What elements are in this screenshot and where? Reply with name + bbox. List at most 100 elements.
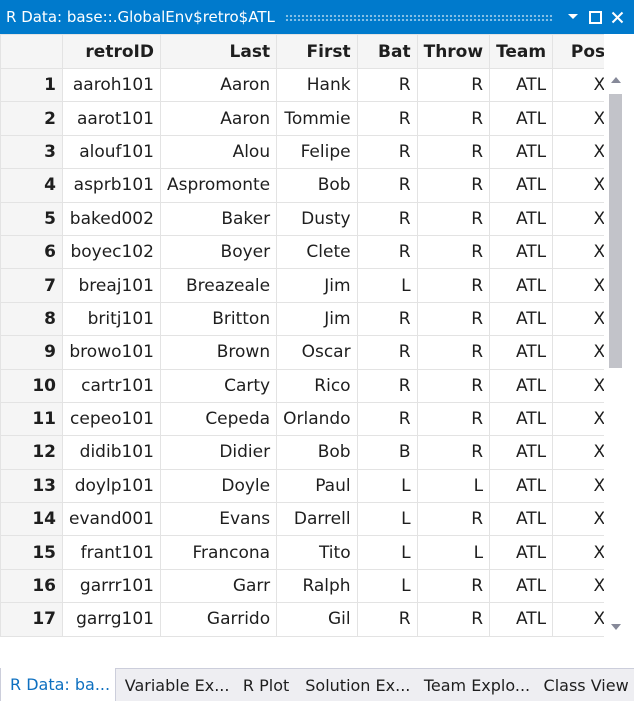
row-number-cell[interactable]: 13	[0, 468, 63, 504]
row-number-cell[interactable]: 16	[0, 568, 63, 604]
table-row[interactable]: 4 asprb101 Aspromonte Bob R R ATL X	[0, 168, 613, 203]
cell-retroid[interactable]: garrg101	[62, 602, 161, 637]
row-number-cell[interactable]: 6	[0, 234, 63, 270]
table-row[interactable]: 16 garrr101 Garr Ralph L R ATL X	[0, 568, 613, 604]
cell-throw[interactable]: R	[416, 502, 491, 537]
cell-retroid[interactable]: doylp101	[62, 468, 161, 504]
row-number-cell[interactable]: 9	[0, 335, 63, 370]
cell-retroid[interactable]: baked002	[62, 201, 161, 236]
column-header-team[interactable]: Team	[489, 34, 554, 69]
cell-team[interactable]: ATL	[489, 368, 554, 403]
cell-retroid[interactable]: cepeo101	[62, 401, 161, 437]
row-number-cell[interactable]: 12	[0, 435, 63, 470]
row-number-cell[interactable]: 17	[0, 602, 63, 637]
row-number-cell[interactable]: 8	[0, 301, 63, 337]
cell-throw[interactable]: R	[416, 602, 491, 637]
tab-r-plot[interactable]: R Plot	[234, 669, 296, 701]
cell-pos[interactable]: X	[552, 401, 613, 437]
cell-pos[interactable]: X	[552, 201, 613, 236]
cell-pos[interactable]: X	[552, 602, 613, 637]
cell-retroid[interactable]: boyec102	[62, 234, 161, 270]
cell-first[interactable]: Jim	[276, 268, 358, 303]
cell-first[interactable]: Orlando	[276, 401, 358, 437]
close-icon[interactable]	[606, 0, 628, 34]
cell-retroid[interactable]: evand001	[62, 502, 161, 537]
cell-last[interactable]: Cepeda	[159, 401, 278, 437]
cell-last[interactable]: Carty	[159, 368, 278, 403]
cell-team[interactable]: ATL	[489, 201, 554, 236]
cell-throw[interactable]: R	[416, 101, 491, 136]
table-row[interactable]: 1 aaroh101 Aaron Hank R R ATL X	[0, 67, 613, 103]
chevron-down-icon[interactable]	[562, 0, 584, 34]
cell-retroid[interactable]: garrr101	[62, 568, 161, 604]
cell-retroid[interactable]: breaj101	[62, 268, 161, 303]
cell-team[interactable]: ATL	[489, 602, 554, 637]
row-number-cell[interactable]: 5	[0, 201, 63, 236]
cell-pos[interactable]: X	[552, 535, 613, 570]
cell-bat[interactable]: R	[356, 168, 418, 203]
cell-pos[interactable]: X	[552, 468, 613, 504]
cell-bat[interactable]: B	[356, 435, 418, 470]
cell-last[interactable]: Baker	[159, 201, 278, 236]
cell-retroid[interactable]: asprb101	[62, 168, 161, 203]
tab-team-explo[interactable]: Team Explo...	[415, 669, 535, 701]
cell-retroid[interactable]: aaroh101	[62, 67, 161, 103]
row-number-cell[interactable]: 15	[0, 535, 63, 570]
cell-bat[interactable]: R	[356, 401, 418, 437]
cell-throw[interactable]: R	[416, 301, 491, 337]
row-number-cell[interactable]: 4	[0, 168, 63, 203]
cell-bat[interactable]: L	[356, 502, 418, 537]
cell-bat[interactable]: L	[356, 535, 418, 570]
cell-first[interactable]: Rico	[276, 368, 358, 403]
column-header-throw[interactable]: Throw	[416, 34, 491, 69]
cell-pos[interactable]: X	[552, 335, 613, 370]
cell-team[interactable]: ATL	[489, 268, 554, 303]
table-row[interactable]: 6 boyec102 Boyer Clete R R ATL X	[0, 234, 613, 270]
cell-pos[interactable]: X	[552, 168, 613, 203]
cell-team[interactable]: ATL	[489, 502, 554, 537]
window-titlebar[interactable]: R Data: base::.GlobalEnv$retro$ATL	[0, 0, 634, 34]
cell-last[interactable]: Aspromonte	[159, 168, 278, 203]
row-number-cell[interactable]: 11	[0, 401, 63, 437]
cell-throw[interactable]: R	[416, 268, 491, 303]
cell-bat[interactable]: L	[356, 468, 418, 504]
cell-team[interactable]: ATL	[489, 535, 554, 570]
cell-retroid[interactable]: aarot101	[62, 101, 161, 136]
table-row[interactable]: 7 breaj101 Breazeale Jim L R ATL X	[0, 268, 613, 303]
row-number-cell[interactable]: 7	[0, 268, 63, 303]
tab-class-view[interactable]: Class View	[535, 669, 634, 701]
cell-throw[interactable]: R	[416, 168, 491, 203]
cell-last[interactable]: Evans	[159, 502, 278, 537]
cell-pos[interactable]: X	[552, 101, 613, 136]
cell-bat[interactable]: R	[356, 602, 418, 637]
column-header-pos[interactable]: Pos	[552, 34, 613, 69]
table-row[interactable]: 11 cepeo101 Cepeda Orlando R R ATL X	[0, 401, 613, 437]
cell-last[interactable]: Aaron	[159, 101, 278, 136]
cell-bat[interactable]: R	[356, 101, 418, 136]
cell-first[interactable]: Paul	[276, 468, 358, 504]
tab-variable-ex[interactable]: Variable Ex...	[116, 669, 234, 701]
table-row[interactable]: 14 evand001 Evans Darrell L R ATL X	[0, 502, 613, 537]
cell-team[interactable]: ATL	[489, 168, 554, 203]
cell-last[interactable]: Boyer	[159, 234, 278, 270]
column-header-last[interactable]: Last	[159, 34, 278, 69]
cell-first[interactable]: Felipe	[276, 134, 358, 170]
tab-solution-ex[interactable]: Solution Ex...	[296, 669, 415, 701]
cell-throw[interactable]: R	[416, 234, 491, 270]
tab-r-data-ba[interactable]: R Data: ba...	[0, 668, 116, 701]
cell-retroid[interactable]: cartr101	[62, 368, 161, 403]
cell-pos[interactable]: X	[552, 368, 613, 403]
cell-last[interactable]: Breazeale	[159, 268, 278, 303]
cell-first[interactable]: Tito	[276, 535, 358, 570]
cell-retroid[interactable]: alouf101	[62, 134, 161, 170]
cell-pos[interactable]: X	[552, 435, 613, 470]
cell-team[interactable]: ATL	[489, 435, 554, 470]
cell-last[interactable]: Garrido	[159, 602, 278, 637]
table-row[interactable]: 9 browo101 Brown Oscar R R ATL X	[0, 335, 613, 370]
cell-team[interactable]: ATL	[489, 134, 554, 170]
row-number-cell[interactable]: 3	[0, 134, 63, 170]
drag-grip[interactable]	[284, 13, 554, 21]
column-header-first[interactable]: First	[276, 34, 358, 69]
cell-team[interactable]: ATL	[489, 301, 554, 337]
table-row[interactable]: 10 cartr101 Carty Rico R R ATL X	[0, 368, 613, 403]
